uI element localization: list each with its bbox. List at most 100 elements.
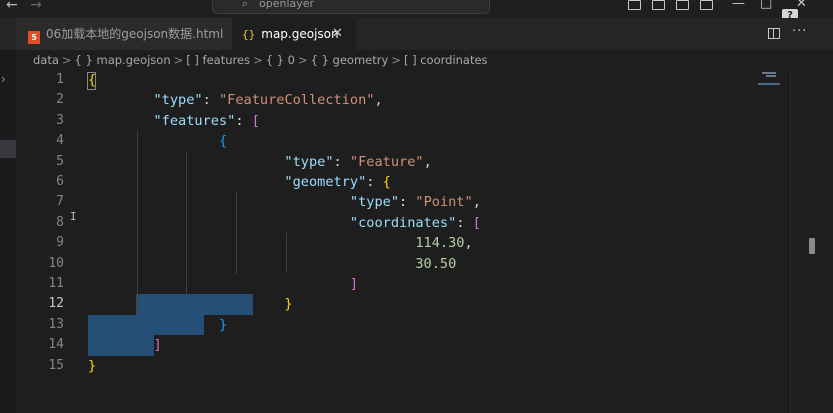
breadcrumb-item[interactable]: data <box>33 53 59 67</box>
title-bar: ← → openlayer ⌕ — □ ✕ <box>0 0 833 18</box>
breadcrumb-item[interactable]: [ ] coordinates <box>404 53 488 67</box>
breadcrumb: data >{ } map.geojson >[ ] features >{ } 0 >… <box>33 51 488 69</box>
code-token: : <box>456 214 473 231</box>
close-icon[interactable]: ✕ <box>332 18 343 50</box>
code-token: , <box>472 194 481 211</box>
line-number: 2 <box>56 92 64 108</box>
code-token: , <box>374 92 383 109</box>
search-text: openlayer <box>259 0 315 10</box>
customize-layout-icon[interactable] <box>700 0 713 10</box>
code-line[interactable]: { <box>88 131 227 151</box>
code-line[interactable]: ] <box>88 274 358 294</box>
code-token: } <box>284 296 293 313</box>
arrow-right-icon[interactable]: → <box>30 0 42 13</box>
code-token: "Point" <box>415 194 473 211</box>
breadcrumb-item[interactable]: { } map.geojson <box>75 53 171 67</box>
more-actions-icon[interactable]: ··· <box>792 24 807 39</box>
code-line[interactable]: ] <box>88 335 162 355</box>
toggle-secondary-sidebar-icon[interactable] <box>676 0 689 10</box>
code-token: "coordinates" <box>349 214 457 231</box>
breadcrumb-separator: > <box>297 53 308 67</box>
line-number: 5 <box>56 153 64 169</box>
tab-html-file[interactable]: 5 06加载本地的geojson数据.html <box>16 18 232 50</box>
code-token: : <box>399 194 416 211</box>
code-token: "FeatureCollection" <box>218 92 375 109</box>
code-line[interactable]: 30.50 <box>88 254 456 274</box>
code-token: "Feature" <box>349 153 424 170</box>
line-number: 3 <box>56 112 64 128</box>
breadcrumb-separator: > <box>61 53 72 67</box>
line-number: 9 <box>56 235 64 251</box>
arrow-left-icon[interactable]: ← <box>6 0 18 13</box>
line-number: 13 <box>48 316 64 332</box>
code-token: } <box>218 316 228 333</box>
split-editor-icon[interactable] <box>768 28 780 39</box>
toggle-sidebar-icon[interactable] <box>628 0 641 10</box>
code-token: { <box>218 133 228 150</box>
code-line[interactable]: "geometry": { <box>88 172 390 192</box>
code-line[interactable]: "type": "Point", <box>88 192 481 212</box>
search-icon: ⌕ <box>242 0 249 10</box>
line-number: 8 <box>56 214 64 230</box>
code-token: : <box>202 92 219 109</box>
code-line[interactable]: } <box>88 294 293 314</box>
line-number: 6 <box>56 174 64 189</box>
tab-label: map.geojson <box>261 27 339 41</box>
vertical-scrollbar[interactable] <box>809 238 815 254</box>
code-line[interactable]: } <box>88 315 227 335</box>
minimap-line <box>766 75 776 77</box>
tab-bar: 5 06加载本地的geojson数据.html {} map.geojson ✕ <box>0 18 833 50</box>
editor-ruler <box>790 70 791 413</box>
line-number: 12 <box>48 296 64 312</box>
code-token: "type" <box>153 92 203 109</box>
code-token: } <box>88 357 97 374</box>
chevron-right-icon[interactable]: › <box>1 72 6 86</box>
code-token: [ <box>472 214 481 231</box>
code-token: 114.30 <box>415 235 465 252</box>
breadcrumb-item[interactable]: { } geometry <box>311 53 389 67</box>
code-token: 30.50 <box>415 255 457 272</box>
code-line[interactable]: 114.30, <box>88 233 473 253</box>
line-number: 1 <box>56 72 64 87</box>
minimap-line <box>762 72 776 74</box>
maximize-icon[interactable]: □ <box>760 0 772 11</box>
line-number: 10 <box>48 255 64 271</box>
minimap[interactable] <box>756 70 816 90</box>
mouse-ibeam-icon: I <box>70 210 77 223</box>
activity-highlight <box>0 140 16 158</box>
command-center-search[interactable]: openlayer <box>212 0 490 14</box>
tab-label: 06加载本地的geojson数据.html <box>46 27 224 41</box>
line-number: 4 <box>56 133 64 149</box>
code-line[interactable]: { <box>88 70 96 90</box>
code-token: ] <box>153 337 162 354</box>
minimap-line <box>758 83 780 85</box>
code-token: ] <box>349 276 359 292</box>
breadcrumb-separator: > <box>253 53 263 67</box>
breadcrumb-item[interactable]: { } 0 <box>266 53 295 67</box>
code-editor[interactable]: I 1 2 3 4 5 6 7 8 9 10 11 12 13 14 15{ "type": "Featur… <box>16 70 833 413</box>
code-token: "type" <box>284 153 334 170</box>
tab-map-geojson[interactable]: {} map.geojson ✕ <box>232 18 356 50</box>
html5-icon: 5 <box>28 31 40 44</box>
minimize-icon[interactable]: — <box>732 0 745 11</box>
code-line[interactable]: } <box>88 356 96 376</box>
code-token: , <box>464 235 473 252</box>
code-line[interactable]: "type": "Feature", <box>88 152 431 172</box>
json-braces-icon: {} <box>242 28 256 41</box>
breadcrumb-item[interactable]: [ ] features <box>186 53 250 67</box>
code-line[interactable]: "type": "FeatureCollection", <box>88 90 383 110</box>
breadcrumb-separator: > <box>391 53 401 67</box>
code-line[interactable]: "features": [ <box>88 111 259 131</box>
code-token: : <box>235 112 252 129</box>
activity-strip: › <box>0 50 16 413</box>
toggle-panel-icon[interactable] <box>652 0 665 10</box>
code-line[interactable]: "coordinates": [ <box>88 213 481 233</box>
code-token: { <box>88 72 97 88</box>
